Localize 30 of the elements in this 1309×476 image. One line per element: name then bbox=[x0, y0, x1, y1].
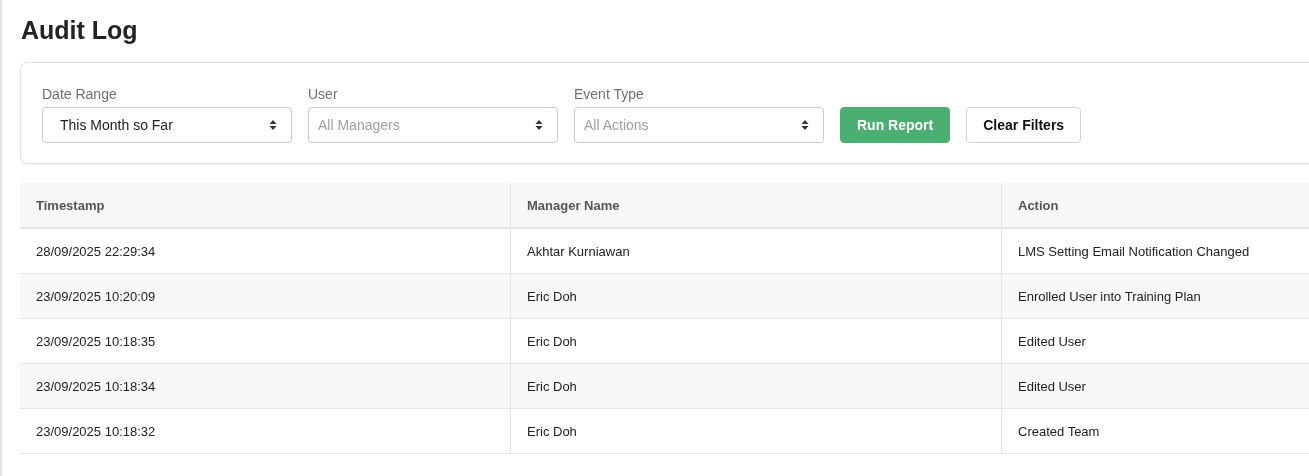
page-title: Audit Log bbox=[21, 16, 138, 45]
table-cell: Eric Doh bbox=[510, 318, 1002, 364]
table-cell: 23/09/2025 10:18:32 bbox=[20, 408, 511, 454]
table-cell: 23/09/2025 10:18:35 bbox=[20, 318, 511, 364]
clear-filters-button[interactable]: Clear Filters bbox=[966, 107, 1082, 143]
filter-label: Date Range bbox=[42, 86, 117, 102]
select-field[interactable]: All Managers bbox=[308, 107, 558, 143]
table-cell: 28/09/2025 22:29:34 bbox=[20, 228, 511, 274]
table-cell: Enrolled User into Training Plan bbox=[1001, 273, 1309, 319]
table-cell: Created Team bbox=[1001, 408, 1309, 454]
sort-arrows-icon bbox=[801, 119, 809, 131]
column-header: Manager Name bbox=[510, 183, 1002, 228]
column-header: Timestamp bbox=[20, 183, 511, 228]
select-field[interactable]: All Actions bbox=[574, 107, 824, 143]
table-cell: 23/09/2025 10:18:34 bbox=[20, 363, 511, 409]
sort-arrows-icon bbox=[535, 119, 543, 131]
column-header: Action bbox=[1001, 183, 1309, 228]
table-cell: Eric Doh bbox=[510, 363, 1002, 409]
table-cell: Edited User bbox=[1001, 363, 1309, 409]
table-cell: 23/09/2025 10:20:09 bbox=[20, 273, 511, 319]
table-cell: Eric Doh bbox=[510, 408, 1002, 454]
table-cell: Edited User bbox=[1001, 318, 1309, 364]
select-field[interactable]: This Month so Far bbox=[42, 107, 292, 143]
filter-label: Event Type bbox=[574, 86, 644, 102]
sort-arrows-icon bbox=[269, 119, 277, 131]
table-cell: Akhtar Kurniawan bbox=[510, 228, 1002, 274]
table-cell: LMS Setting Email Notification Changed bbox=[1001, 228, 1309, 274]
run-report-button[interactable]: Run Report bbox=[840, 107, 951, 143]
filter-label: User bbox=[308, 86, 338, 102]
table-cell: Eric Doh bbox=[510, 273, 1002, 319]
